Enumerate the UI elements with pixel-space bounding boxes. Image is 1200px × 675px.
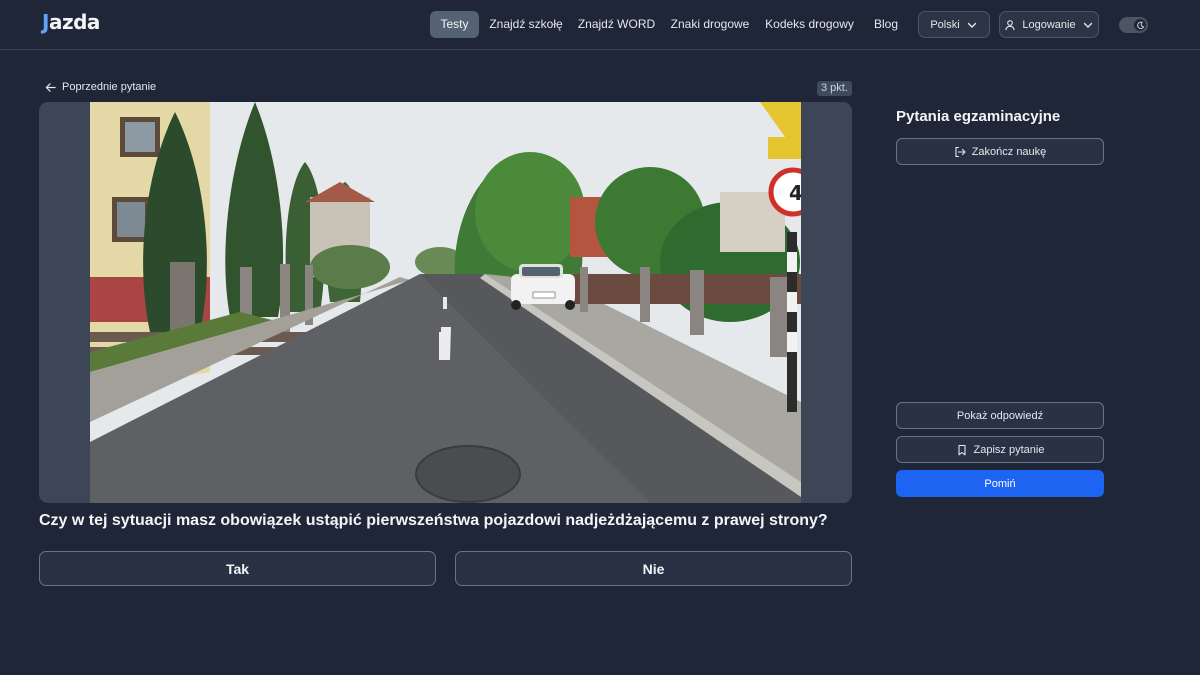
logo[interactable]: Jazda — [42, 10, 100, 34]
nav-item-kodeks-drogowy[interactable]: Kodeks drogowy — [763, 11, 856, 38]
save-question-button[interactable]: Zapisz pytanie — [896, 436, 1104, 463]
top-navbar: Jazda Testy Znajdź szkołę Znajdź WORD Zn… — [0, 0, 1200, 50]
language-label: Polski — [930, 18, 960, 31]
question-text: Czy w tej sytuacji masz obowiązek ustąpi… — [39, 512, 828, 529]
moon-icon — [1134, 19, 1146, 31]
speed-limit-sign-text: 40 — [789, 181, 801, 205]
skip-button[interactable]: Pomiń — [896, 470, 1104, 497]
previous-question-link[interactable]: Poprzednie pytanie — [45, 81, 156, 93]
nav-item-znajdz-szkole[interactable]: Znajdź szkołę — [486, 11, 566, 38]
nav-item-testy[interactable]: Testy — [430, 11, 479, 38]
nav-item-blog[interactable]: Blog — [866, 11, 906, 38]
show-answer-label: Pokaż odpowiedź — [956, 409, 1044, 422]
sidebar-title: Pytania egzaminacyjne — [896, 108, 1061, 125]
nav-item-znajdz-word[interactable]: Znajdź WORD — [576, 11, 657, 38]
skip-label: Pomiń — [984, 477, 1016, 490]
answer-no-button[interactable]: Nie — [455, 551, 852, 586]
chevron-down-icon — [1083, 22, 1092, 28]
arrow-left-icon — [45, 82, 56, 92]
show-answer-button[interactable]: Pokaż odpowiedź — [896, 402, 1104, 429]
login-button[interactable]: Logowanie — [999, 11, 1099, 38]
bookmark-icon — [957, 444, 966, 455]
previous-question-label: Poprzednie pytanie — [62, 81, 157, 93]
finish-learning-label: Zakończ naukę — [971, 145, 1047, 158]
chevron-down-icon — [967, 22, 976, 28]
nav-item-znaki-drogowe[interactable]: Znaki drogowe — [667, 11, 753, 38]
language-select[interactable]: Polski — [918, 11, 990, 38]
question-media: 40 — [39, 102, 852, 503]
login-label: Logowanie — [1022, 18, 1076, 31]
user-icon — [1005, 19, 1016, 30]
finish-learning-button[interactable]: Zakończ naukę — [896, 138, 1104, 165]
question-image: 40 — [90, 102, 801, 503]
save-question-label: Zapisz pytanie — [973, 443, 1045, 456]
theme-toggle[interactable] — [1119, 17, 1148, 33]
logo-accent-letter: J — [42, 10, 49, 34]
answer-yes-button[interactable]: Tak — [39, 551, 436, 586]
logout-icon — [955, 146, 966, 157]
logo-text: azda — [48, 10, 100, 34]
points-badge: 3 pkt. — [817, 81, 852, 96]
